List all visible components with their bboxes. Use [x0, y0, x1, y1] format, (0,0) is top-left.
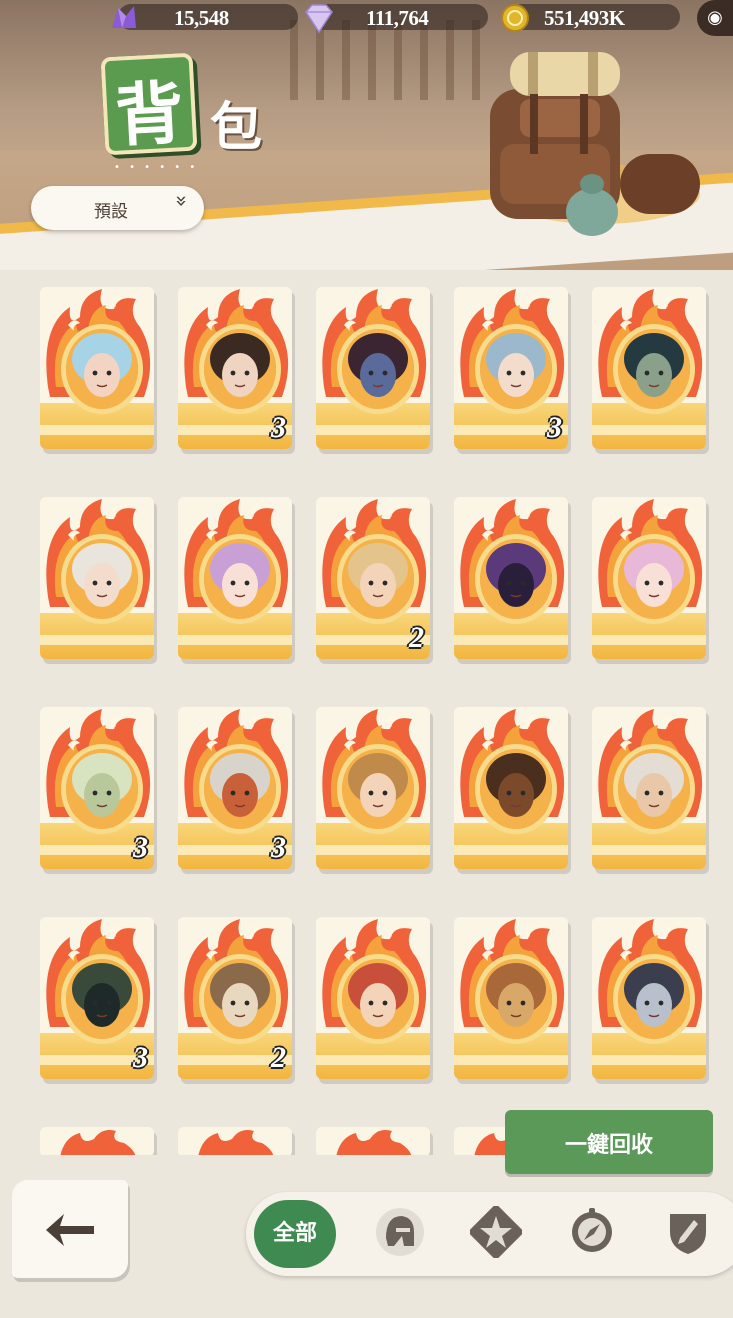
- inventory-card[interactable]: [316, 707, 430, 869]
- purple-crystal-icon: [112, 6, 136, 28]
- compass-icon[interactable]: [566, 1206, 618, 1258]
- inventory-card-partial[interactable]: [178, 1127, 292, 1155]
- back-arrow-icon: [46, 1214, 94, 1246]
- recycle-label: 一鍵回收: [564, 1133, 653, 1158]
- inventory-card[interactable]: 3: [454, 287, 568, 449]
- hero-portrait: [204, 539, 276, 619]
- inventory-card[interactable]: 2: [178, 917, 292, 1079]
- hero-portrait: [480, 959, 552, 1039]
- title-badge: 背: [100, 52, 198, 157]
- resource-diamond[interactable]: 111,764: [305, 4, 488, 34]
- hero-portrait: [342, 749, 414, 829]
- star-badge-icon[interactable]: [470, 1206, 522, 1258]
- hero-portrait: [66, 329, 138, 409]
- inventory-card[interactable]: 3: [40, 917, 154, 1079]
- hero-portrait: [204, 749, 276, 829]
- hero-portrait: [480, 329, 552, 409]
- backpack-icon: [490, 52, 700, 236]
- hero-portrait: [618, 959, 690, 1039]
- money-bag-icon[interactable]: ◉: [697, 0, 733, 36]
- inventory-card[interactable]: [592, 917, 706, 1079]
- inventory-card[interactable]: [592, 287, 706, 449]
- crystal-count: 15,548: [174, 6, 229, 30]
- inventory-card[interactable]: [178, 497, 292, 659]
- inventory-card[interactable]: [454, 707, 568, 869]
- inventory-card[interactable]: 3: [40, 707, 154, 869]
- title-char-2: 包: [210, 97, 263, 158]
- preset-label: 預設: [94, 202, 128, 222]
- hero-portrait: [618, 329, 690, 409]
- inventory-card[interactable]: 3: [178, 707, 292, 869]
- resource-gold[interactable]: 551,493K: [501, 4, 680, 32]
- shield-sword-icon[interactable]: [662, 1206, 714, 1258]
- inventory-card[interactable]: 3: [178, 287, 292, 449]
- inventory-card[interactable]: [454, 917, 568, 1079]
- resource-crystal[interactable]: 15,548: [112, 4, 298, 30]
- title-char-1: 背: [113, 73, 186, 157]
- hero-portrait: [66, 959, 138, 1039]
- one-click-recycle-button[interactable]: 一鍵回收: [505, 1110, 713, 1174]
- filter-all-tab[interactable]: 全部: [254, 1200, 336, 1268]
- inventory-card[interactable]: [40, 287, 154, 449]
- inventory-card[interactable]: [592, 707, 706, 869]
- card-count: 2: [271, 1041, 286, 1074]
- diamond-count: 111,764: [366, 6, 429, 30]
- gold-count: 551,493K: [544, 6, 625, 30]
- helmet-icon[interactable]: [374, 1206, 426, 1258]
- hero-portrait: [342, 539, 414, 619]
- hero-portrait: [66, 539, 138, 619]
- back-button[interactable]: [12, 1180, 128, 1278]
- hero-portrait: [618, 749, 690, 829]
- inventory-card[interactable]: [454, 497, 568, 659]
- card-count: 3: [271, 831, 286, 864]
- card-count: 3: [547, 411, 562, 444]
- inventory-card[interactable]: [592, 497, 706, 659]
- inventory-card[interactable]: [40, 497, 154, 659]
- hero-portrait: [342, 329, 414, 409]
- hero-portrait: [618, 539, 690, 619]
- card-count: 3: [133, 1041, 148, 1074]
- inventory-card-partial[interactable]: [40, 1127, 154, 1155]
- hero-portrait: [342, 959, 414, 1039]
- inventory-card[interactable]: [316, 287, 430, 449]
- hero-portrait: [204, 959, 276, 1039]
- hero-portrait: [480, 539, 552, 619]
- inventory-card-partial[interactable]: [316, 1127, 430, 1155]
- inventory-card[interactable]: 2: [316, 497, 430, 659]
- resource-bar: 15,548 111,764 551,493K ◉: [0, 0, 733, 36]
- card-count: 3: [271, 411, 286, 444]
- title-dots: • • • • • •: [114, 162, 199, 173]
- card-count: 2: [409, 621, 424, 654]
- hero-portrait: [66, 749, 138, 829]
- inventory-card[interactable]: [316, 917, 430, 1079]
- hero-portrait: [204, 329, 276, 409]
- preset-dropdown[interactable]: 預設 »: [31, 186, 204, 230]
- hero-portrait: [480, 749, 552, 829]
- diamond-icon: [305, 4, 333, 34]
- gold-coin-icon: [501, 4, 529, 32]
- inventory-grid[interactable]: 3 3 2 3 3 3 2: [0, 270, 733, 1155]
- chevron-down-icon: »: [169, 194, 194, 208]
- card-count: 3: [133, 831, 148, 864]
